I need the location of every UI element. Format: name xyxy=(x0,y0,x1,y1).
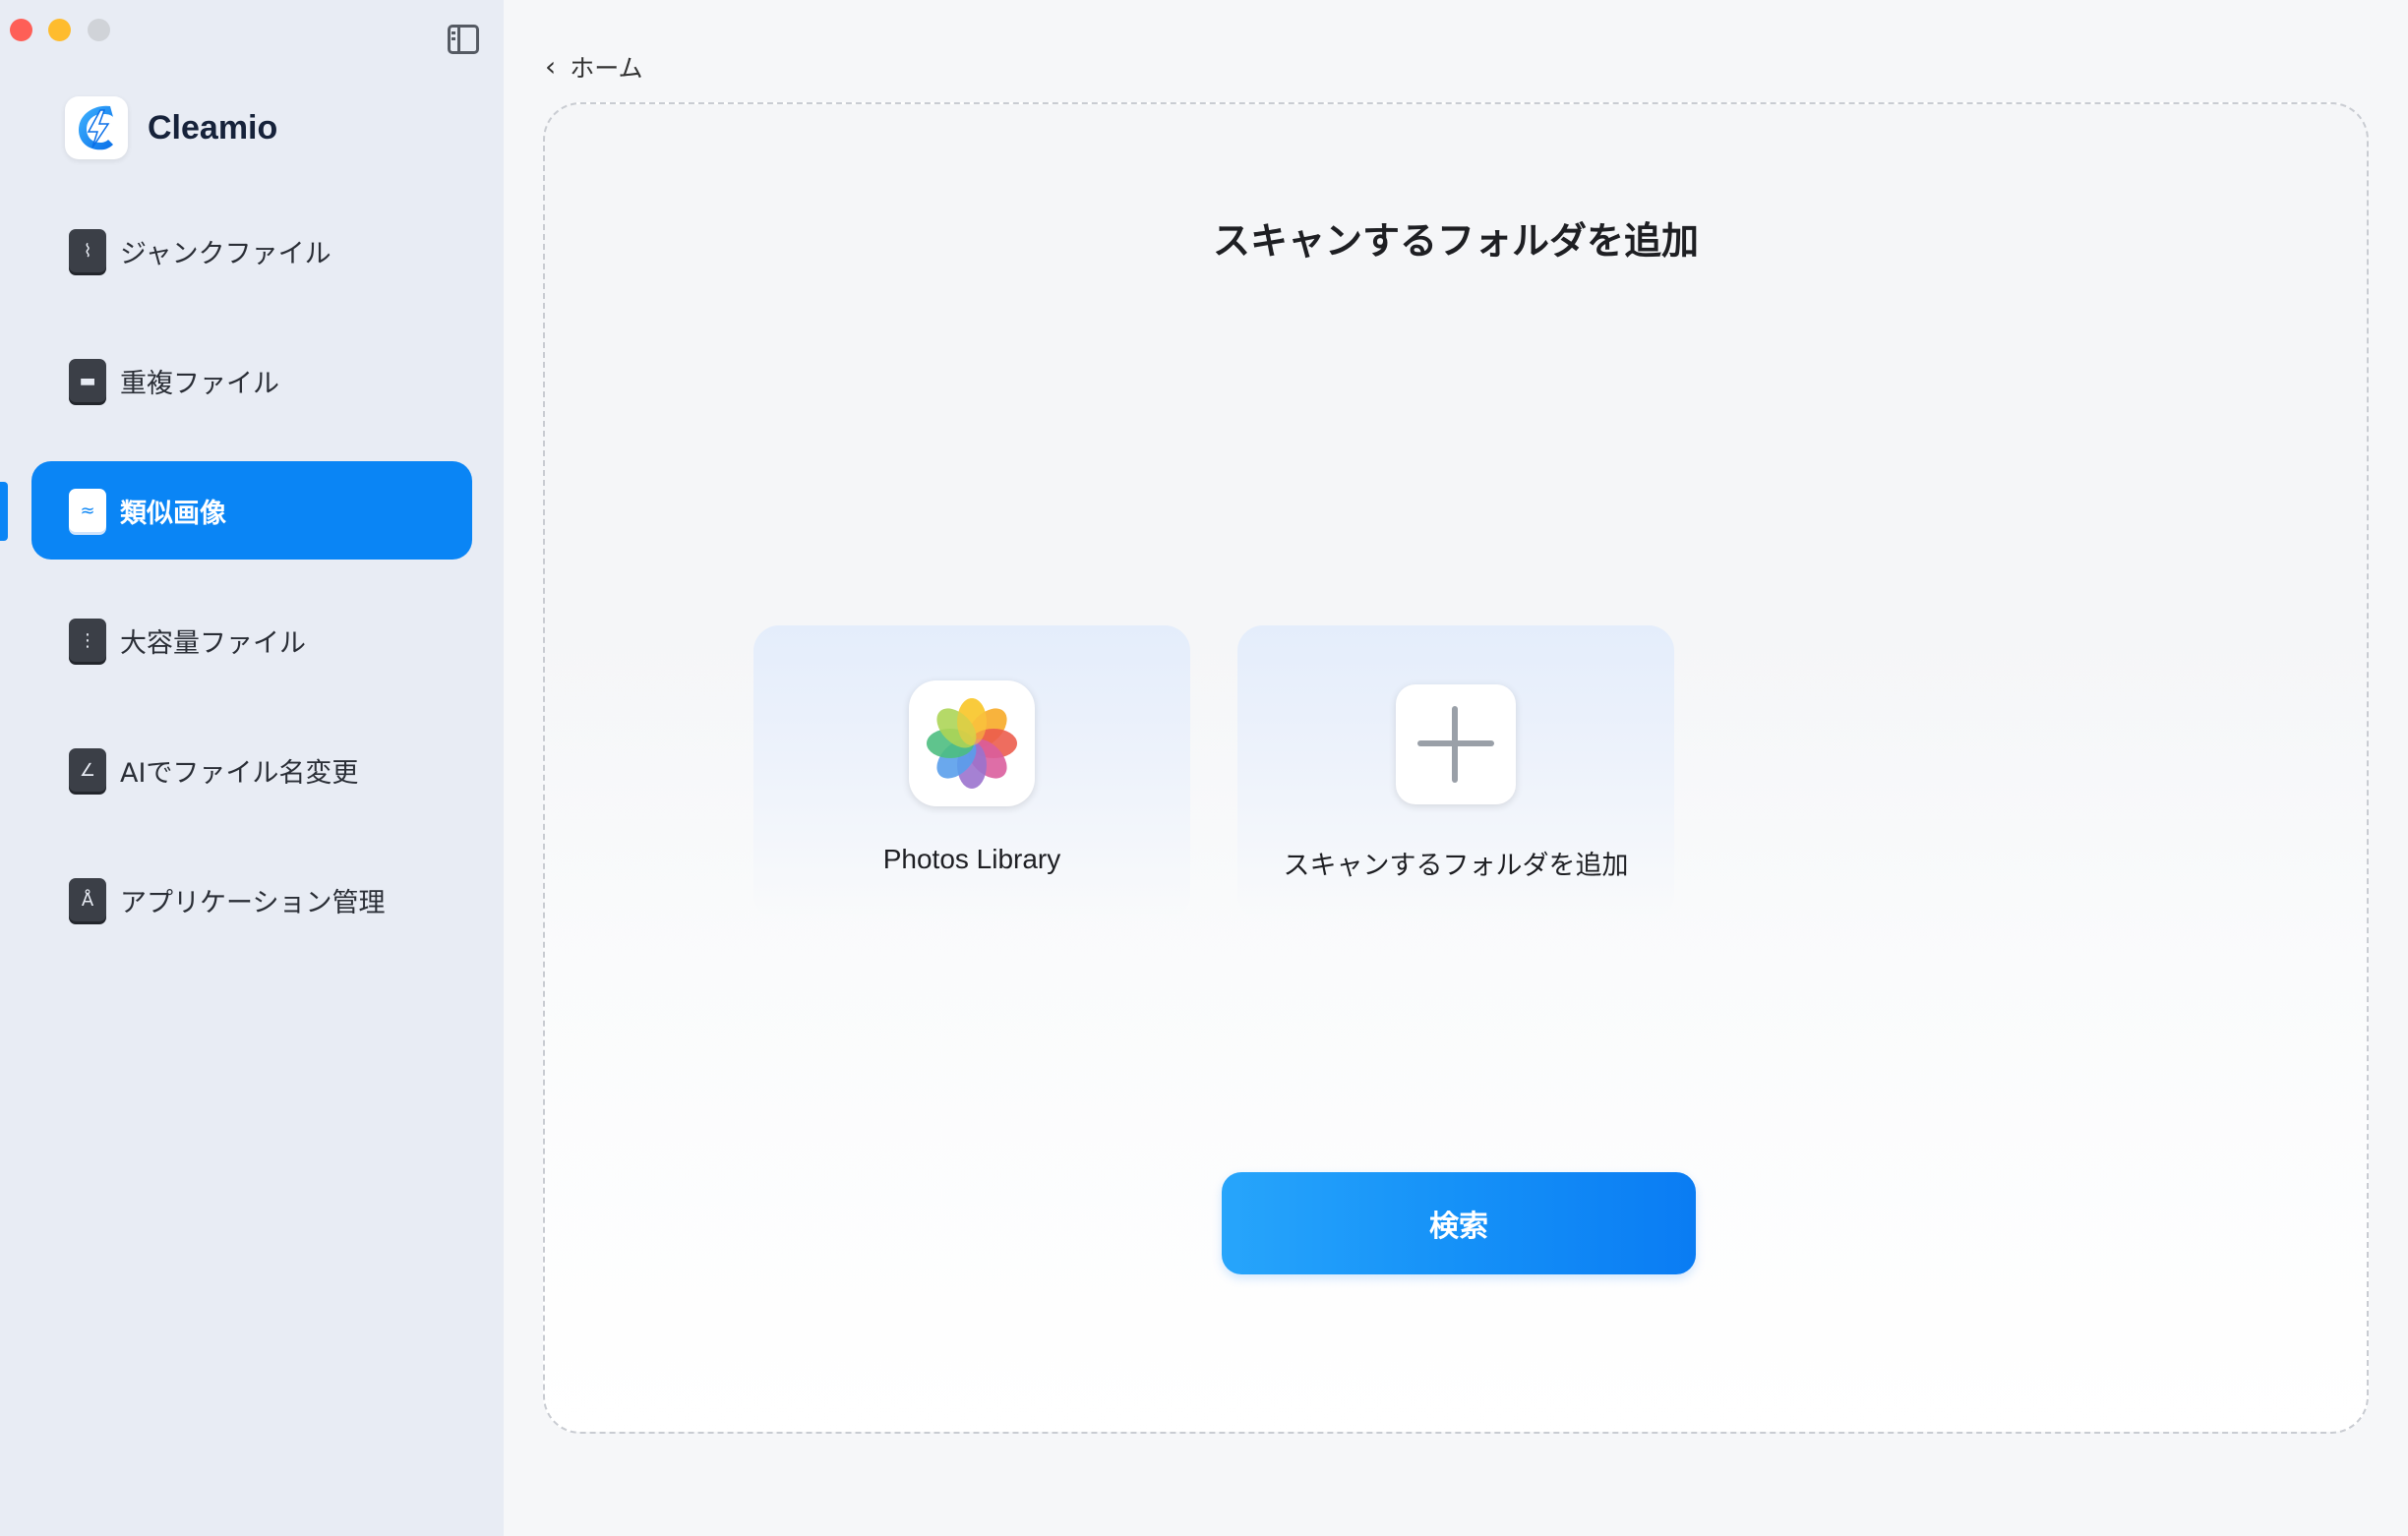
search-button-label: 検索 xyxy=(1429,1210,1488,1244)
app-store-icon: Å xyxy=(69,878,106,921)
sidebar-item-app-management[interactable]: Å アプリケーション管理 xyxy=(31,851,472,949)
window-close-button[interactable] xyxy=(10,19,32,41)
app-window: Cleamio ⌇ ジャンクファイル ▬ 重複ファイル ≈ 類似画像 ⋮ 大容量… xyxy=(0,0,2408,1536)
file-rename-icon: ∠ xyxy=(69,748,106,792)
sidebar-item-label: 重複ファイル xyxy=(120,368,279,399)
sidebar-item-label: AIでファイル名変更 xyxy=(120,757,359,789)
sidebar-item-label: アプリケーション管理 xyxy=(120,887,386,918)
zip-file-icon: ⋮ xyxy=(69,619,106,662)
sidebar-item-duplicate-files[interactable]: ▬ 重複ファイル xyxy=(31,331,472,430)
window-zoom-button[interactable] xyxy=(88,19,110,41)
sidebar-item-label: 類似画像 xyxy=(120,498,226,529)
sidebar-toggle-icon[interactable] xyxy=(448,25,479,54)
plus-icon xyxy=(1396,684,1516,804)
sidebar-item-ai-rename[interactable]: ∠ AIでファイル名変更 xyxy=(31,721,472,819)
brand: Cleamio xyxy=(65,96,277,159)
sidebar-item-label: ジャンクファイル xyxy=(120,238,331,269)
app-name: Cleamio xyxy=(148,108,278,147)
broom-icon: ⌇ xyxy=(69,229,106,272)
add-folder-label: スキャンするフォルダを追加 xyxy=(1283,851,1629,881)
sidebar-nav: ⌇ ジャンクファイル ▬ 重複ファイル ≈ 類似画像 ⋮ 大容量ファイル ∠ A… xyxy=(31,202,472,980)
sidebar-item-large-files[interactable]: ⋮ 大容量ファイル xyxy=(31,591,472,689)
back-button[interactable]: ‹ ホーム xyxy=(545,49,642,85)
add-folder-card[interactable]: スキャンするフォルダを追加 xyxy=(1237,625,1674,920)
active-nav-marker xyxy=(0,482,8,541)
sidebar-item-similar-images[interactable]: ≈ 類似画像 xyxy=(31,461,472,560)
photos-app-icon xyxy=(909,680,1035,806)
image-icon: ≈ xyxy=(69,489,106,532)
main-content: ‹ ホーム スキャンするフォルダを追加 Photos Library スキャンす… xyxy=(504,0,2408,1536)
folder-icon: ▬ xyxy=(69,359,106,402)
photos-library-label: Photos Library xyxy=(882,844,1061,874)
sidebar: Cleamio ⌇ ジャンクファイル ▬ 重複ファイル ≈ 類似画像 ⋮ 大容量… xyxy=(0,0,504,1536)
window-minimize-button[interactable] xyxy=(48,19,71,41)
sidebar-item-label: 大容量ファイル xyxy=(120,627,306,659)
cleamio-logo-icon xyxy=(65,96,128,159)
chevron-left-icon: ‹ xyxy=(545,50,557,83)
search-button[interactable]: 検索 xyxy=(1222,1172,1696,1274)
sidebar-item-junk-files[interactable]: ⌇ ジャンクファイル xyxy=(31,202,472,300)
back-label: ホーム xyxy=(570,54,643,83)
photos-library-card[interactable]: Photos Library xyxy=(753,625,1190,920)
page-title: スキャンするフォルダを追加 xyxy=(1212,219,1699,263)
drop-zone-panel[interactable]: スキャンするフォルダを追加 Photos Library スキャンするフォルダを… xyxy=(543,102,2369,1434)
